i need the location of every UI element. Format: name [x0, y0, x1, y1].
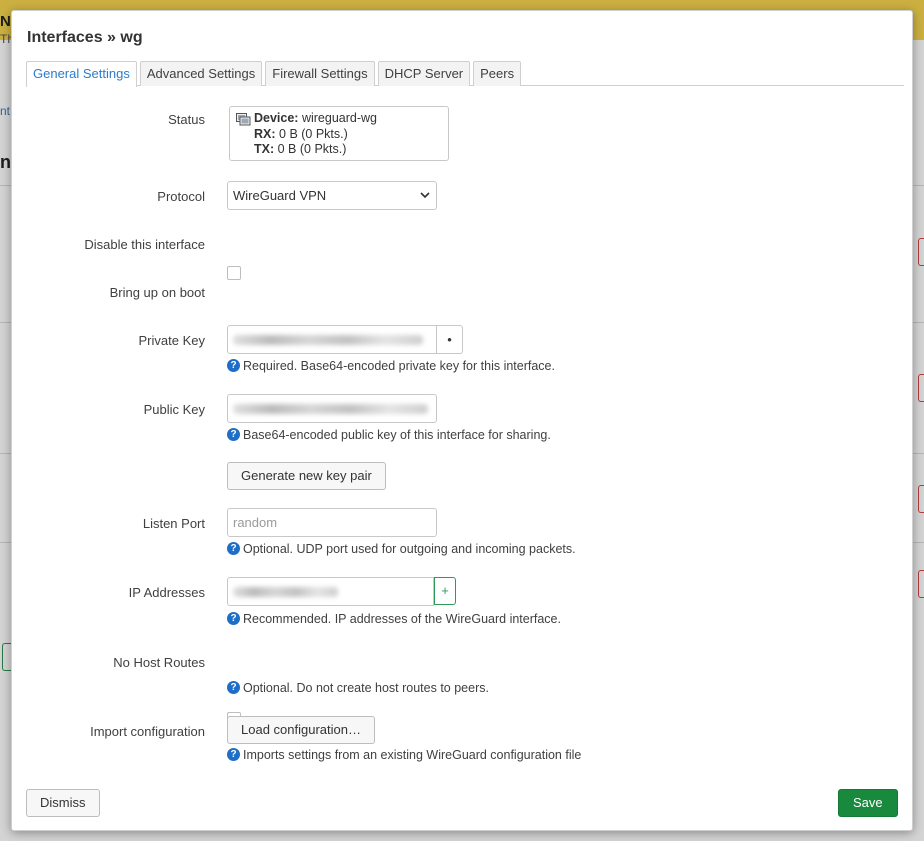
ip-addresses-label: IP Addresses — [128, 585, 205, 600]
protocol-label: Protocol — [157, 189, 205, 204]
no-host-routes-help: ? Optional. Do not create host routes to … — [227, 681, 489, 695]
add-ip-address-button[interactable]: + — [434, 577, 456, 605]
network-device-icon — [236, 113, 251, 126]
tab-dhcp-server[interactable]: DHCP Server — [377, 61, 471, 86]
help-icon: ? — [227, 428, 240, 441]
help-icon: ? — [227, 542, 240, 555]
generate-key-pair-button[interactable]: Generate new key pair — [227, 462, 386, 490]
rx-value: 0 B (0 Pkts.) — [279, 126, 348, 141]
listen-port-help: ? Optional. UDP port used for outgoing an… — [227, 542, 576, 556]
import-configuration-help: ? Imports settings from an existing WireG… — [227, 748, 581, 762]
bring-up-on-boot-label: Bring up on boot — [109, 285, 205, 300]
reveal-key-button[interactable]: • — [437, 325, 463, 354]
help-icon: ? — [227, 748, 240, 761]
no-host-routes-label: No Host Routes — [113, 655, 205, 670]
private-key-label: Private Key — [138, 333, 205, 348]
tab-firewall-settings[interactable]: Firewall Settings — [265, 61, 375, 86]
device-key: Device: — [254, 111, 299, 125]
help-icon: ? — [227, 612, 240, 625]
load-configuration-button[interactable]: Load configuration… — [227, 716, 375, 744]
private-key-input[interactable] — [227, 325, 437, 354]
listen-port-input[interactable]: random — [227, 508, 437, 537]
public-key-help: ? Base64-encoded public key of this inter… — [227, 428, 551, 442]
ip-addresses-group: + — [227, 577, 456, 606]
public-key-label: Public Key — [143, 402, 205, 417]
save-button[interactable]: Save — [838, 789, 898, 817]
tab-advanced-settings[interactable]: Advanced Settings — [139, 61, 263, 86]
tab-general-settings[interactable]: General Settings — [26, 61, 137, 87]
tab-bar: General Settings Advanced Settings Firew… — [26, 61, 904, 87]
tx-key: TX: — [254, 142, 275, 156]
help-icon: ? — [227, 359, 240, 372]
disable-interface-label: Disable this interface — [84, 237, 205, 252]
protocol-select[interactable]: WireGuard VPN — [227, 181, 437, 210]
status-box: Device: wireguard-wg RX: 0 B (0 Pkts.) T… — [229, 106, 449, 161]
ip-address-input[interactable] — [227, 577, 434, 606]
help-icon: ? — [227, 681, 240, 694]
disable-interface-checkbox[interactable] — [227, 266, 241, 280]
rx-key: RX: — [254, 126, 276, 141]
import-configuration-label: Import configuration — [90, 724, 205, 739]
tab-peers[interactable]: Peers — [473, 61, 522, 86]
public-key-input[interactable] — [227, 394, 437, 423]
listen-port-label: Listen Port — [142, 516, 205, 531]
protocol-value: WireGuard VPN — [233, 188, 327, 203]
device-value: wireguard-wg — [301, 111, 377, 125]
dismiss-button[interactable]: Dismiss — [26, 789, 100, 817]
private-key-group: • — [227, 325, 463, 354]
dialog-title: Interfaces » wg — [27, 29, 143, 46]
status-label: Status — [168, 112, 205, 127]
private-key-help: ? Required. Base64-encoded private key fo… — [227, 359, 555, 373]
chevron-down-icon — [420, 192, 430, 199]
tx-value: 0 B (0 Pkts.) — [277, 142, 347, 156]
interface-edit-dialog: Interfaces » wg General Settings Advance… — [11, 10, 913, 831]
ip-addresses-help: ? Recommended. IP addresses of the WireGu… — [227, 612, 561, 626]
